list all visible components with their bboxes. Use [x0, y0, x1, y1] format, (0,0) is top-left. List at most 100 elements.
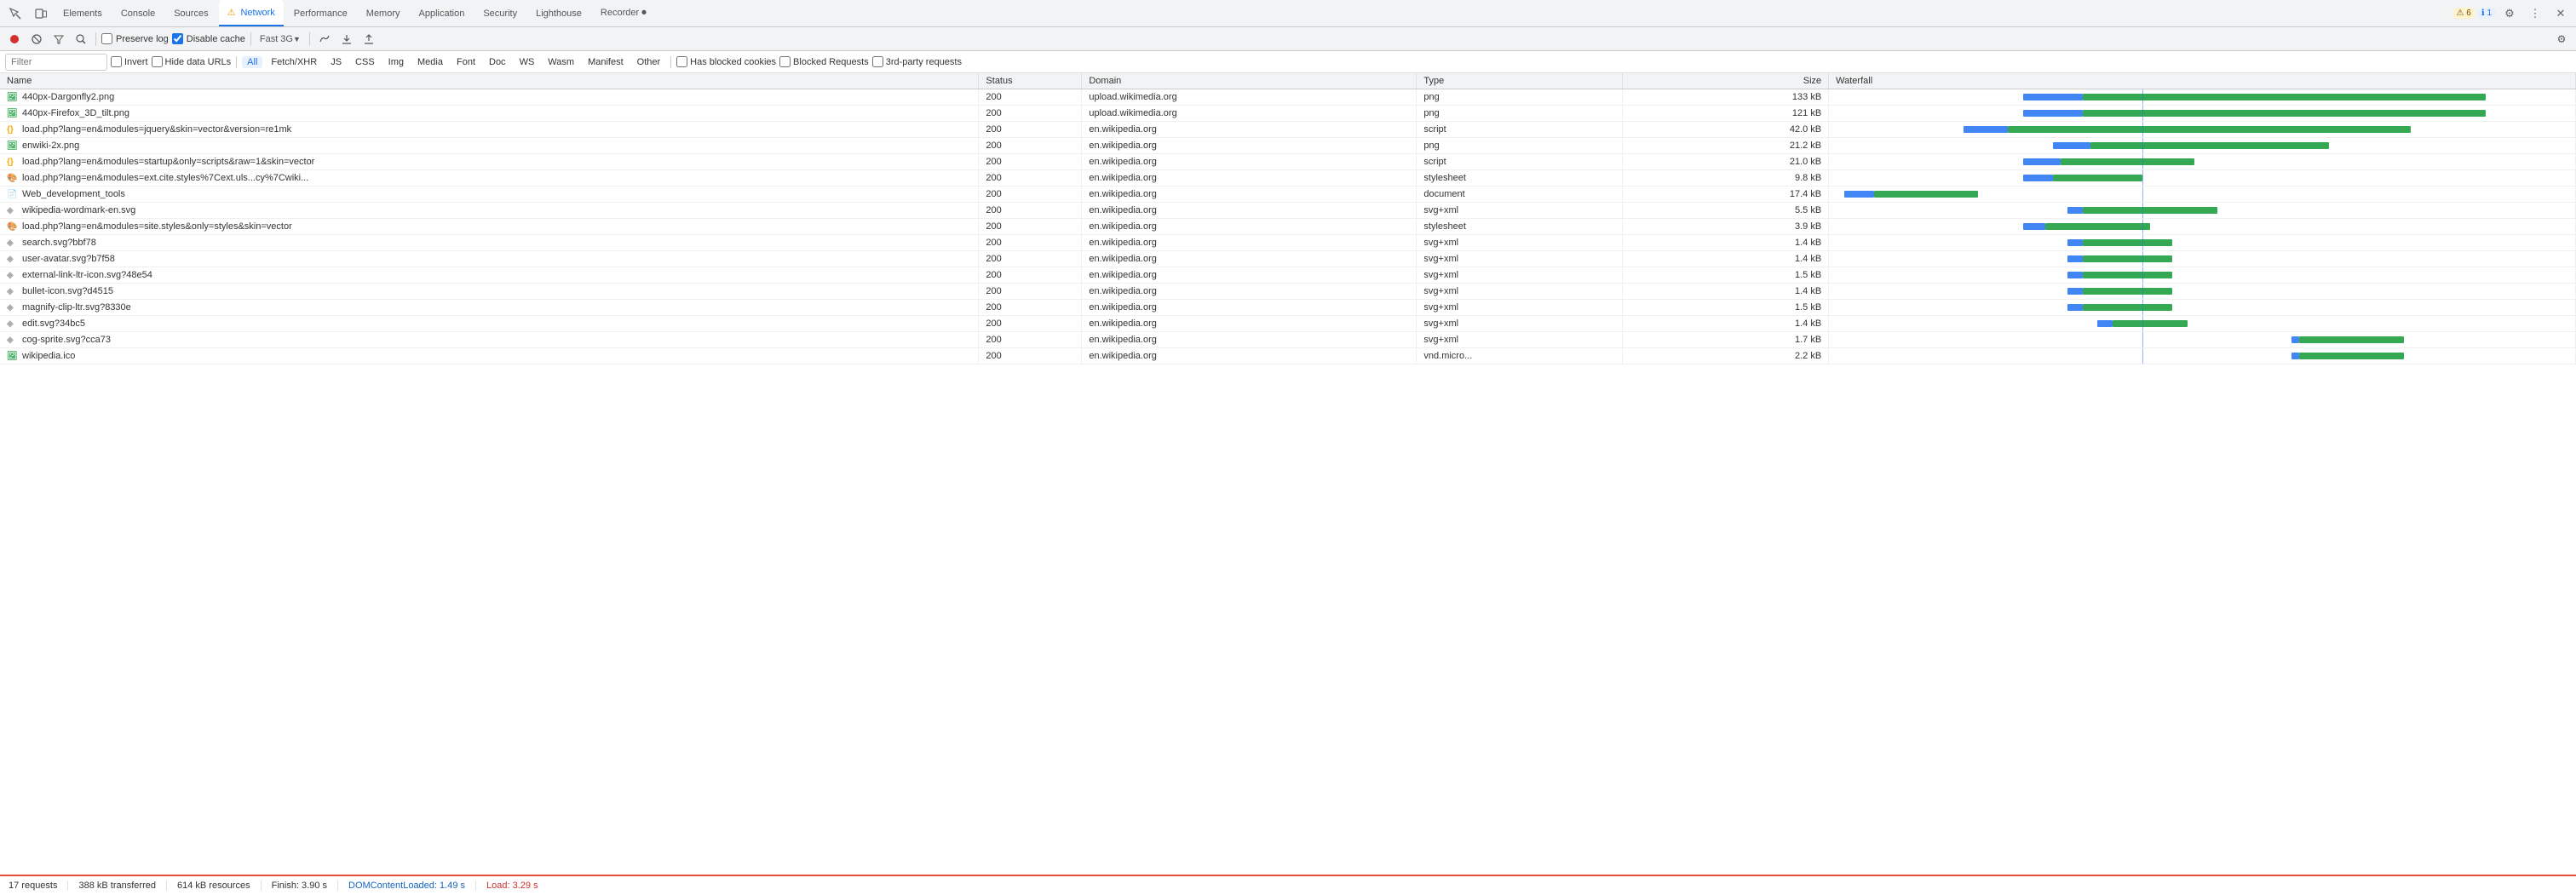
waterfall-connecting-bar [2023, 175, 2053, 181]
col-header-size[interactable]: Size [1623, 73, 1829, 89]
file-name: external-link-ltr-icon.svg?48e54 [22, 270, 152, 280]
tab-elements[interactable]: Elements [55, 0, 111, 26]
tab-performance[interactable]: Performance [285, 0, 356, 26]
filter-type-ws[interactable]: WS [515, 56, 540, 68]
cell-status: 200 [979, 186, 1082, 203]
cell-domain: en.wikipedia.org [1082, 284, 1417, 300]
search-btn[interactable] [72, 30, 90, 49]
inspect-element-btn[interactable] [3, 2, 27, 26]
throttle-select-btn[interactable]: Fast 3G ▼ [256, 30, 304, 49]
network-toolbar: Preserve log Disable cache Fast 3G ▼ ⚙ [0, 27, 2576, 51]
waterfall-timeline-line [2142, 122, 2143, 137]
file-type-icon: ◈ [7, 287, 19, 296]
hide-data-urls-checkbox[interactable]: Hide data URLs [152, 56, 232, 67]
disable-cache-checkbox[interactable]: Disable cache [172, 33, 245, 44]
table-row[interactable]: ◈user-avatar.svg?b7f58200en.wikipedia.or… [0, 251, 2576, 267]
tab-console[interactable]: Console [112, 0, 164, 26]
table-row[interactable]: ◈bullet-icon.svg?d4515200en.wikipedia.or… [0, 284, 2576, 300]
tab-right-icons: ⚠ 6 ℹ 1 ⚙ ⋮ ✕ [2452, 2, 2573, 26]
waterfall-timeline-line [2142, 251, 2143, 267]
blocked-cookies-checkbox[interactable]: Has blocked cookies [676, 56, 776, 67]
tab-memory[interactable]: Memory [358, 0, 409, 26]
filter-type-img[interactable]: Img [383, 56, 409, 68]
filter-type-media[interactable]: Media [412, 56, 448, 68]
waterfall-download-bar [2083, 304, 2172, 311]
filter-type-other[interactable]: Other [632, 56, 666, 68]
table-row[interactable]: 📄Web_development_tools200en.wikipedia.or… [0, 186, 2576, 203]
cell-waterfall [1829, 219, 2576, 235]
invert-checkbox[interactable]: Invert [111, 56, 148, 67]
cell-type: png [1417, 106, 1623, 122]
file-name: edit.svg?34bc5 [22, 318, 85, 329]
toggle-device-btn[interactable] [29, 2, 53, 26]
table-row[interactable]: ◈cog-sprite.svg?cca73200en.wikipedia.org… [0, 332, 2576, 348]
col-header-waterfall[interactable]: Waterfall [1829, 73, 2576, 89]
tab-recorder[interactable]: Recorder ⏺ [592, 0, 655, 26]
clear-btn[interactable] [27, 30, 46, 49]
table-row[interactable]: 🖼enwiki-2x.png200en.wikipedia.orgpng21.2… [0, 138, 2576, 154]
cell-name: {}load.php?lang=en&modules=jquery&skin=v… [0, 122, 979, 138]
waterfall-download-bar [2299, 336, 2404, 343]
cell-type: svg+xml [1417, 203, 1623, 219]
table-row[interactable]: 🖼440px-Firefox_3D_tilt.png200upload.wiki… [0, 106, 2576, 122]
col-header-domain[interactable]: Domain [1082, 73, 1417, 89]
close-devtools-btn[interactable]: ✕ [2549, 2, 2573, 26]
filter-type-doc[interactable]: Doc [484, 56, 511, 68]
table-row[interactable]: 🖼wikipedia.ico200en.wikipedia.orgvnd.mic… [0, 348, 2576, 364]
preserve-log-checkbox[interactable]: Preserve log [101, 33, 169, 44]
export-har-btn[interactable] [359, 30, 378, 49]
table-row[interactable]: ◈wikipedia-wordmark-en.svg200en.wikipedi… [0, 203, 2576, 219]
table-row[interactable]: ◈external-link-ltr-icon.svg?48e54200en.w… [0, 267, 2576, 284]
settings-btn[interactable]: ⚙ [2498, 2, 2521, 26]
status-requests: 17 requests [9, 881, 68, 891]
network-conditions-btn[interactable] [315, 30, 334, 49]
cell-name: ◈search.svg?bbf78 [0, 235, 979, 251]
blocked-requests-checkbox[interactable]: Blocked Requests [779, 56, 869, 67]
filter-type-all[interactable]: All [242, 56, 262, 68]
table-row[interactable]: 🎨load.php?lang=en&modules=ext.cite.style… [0, 170, 2576, 186]
cell-size: 21.0 kB [1623, 154, 1829, 170]
filter-toggle-btn[interactable] [49, 30, 68, 49]
cell-name: ◈wikipedia-wordmark-en.svg [0, 203, 979, 219]
table-header-row: Name Status Domain Type Size Waterfall [0, 73, 2576, 89]
waterfall-connecting-bar [2023, 94, 2083, 100]
import-har-btn[interactable] [337, 30, 356, 49]
more-tools-btn[interactable]: ⋮ [2523, 2, 2547, 26]
cell-size: 1.4 kB [1623, 284, 1829, 300]
tab-security[interactable]: Security [474, 0, 526, 26]
filter-type-js[interactable]: JS [325, 56, 347, 68]
waterfall-connecting-bar [2097, 320, 2113, 327]
col-header-name[interactable]: Name [0, 73, 979, 89]
cell-type: script [1417, 122, 1623, 138]
filter-type-fetch-xhr[interactable]: Fetch/XHR [266, 56, 322, 68]
record-btn[interactable] [5, 30, 24, 49]
status-bar: 17 requests 388 kB transferred 614 kB re… [0, 875, 2576, 895]
cell-name: ◈user-avatar.svg?b7f58 [0, 251, 979, 267]
filter-type-wasm[interactable]: Wasm [543, 56, 579, 68]
table-row[interactable]: {}load.php?lang=en&modules=startup&only=… [0, 154, 2576, 170]
cell-waterfall [1829, 316, 2576, 332]
col-header-status[interactable]: Status [979, 73, 1082, 89]
table-row[interactable]: 🎨load.php?lang=en&modules=site.styles&on… [0, 219, 2576, 235]
tab-sources[interactable]: Sources [165, 0, 216, 26]
col-header-type[interactable]: Type [1417, 73, 1623, 89]
third-party-requests-checkbox[interactable]: 3rd-party requests [872, 56, 962, 67]
filter-type-font[interactable]: Font [451, 56, 480, 68]
table-row[interactable]: ◈search.svg?bbf78200en.wikipedia.orgsvg+… [0, 235, 2576, 251]
filter-type-manifest[interactable]: Manifest [583, 56, 629, 68]
table-row[interactable]: 🖼440px-Dargonfly2.png200upload.wikimedia… [0, 89, 2576, 106]
tab-network[interactable]: ⚠ Network [219, 0, 284, 26]
table-row[interactable]: ◈edit.svg?34bc5200en.wikipedia.orgsvg+xm… [0, 316, 2576, 332]
filter-type-css[interactable]: CSS [350, 56, 380, 68]
filter-input[interactable] [5, 54, 107, 71]
waterfall-download-bar [2083, 239, 2172, 246]
waterfall-timeline-line [2142, 89, 2143, 105]
file-type-icon: ◈ [7, 319, 19, 329]
table-row[interactable]: ◈magnify-clip-ltr.svg?8330e200en.wikiped… [0, 300, 2576, 316]
settings-gear-btn[interactable]: ⚙ [2552, 30, 2571, 49]
cell-name: 🖼440px-Dargonfly2.png [0, 89, 979, 106]
table-row[interactable]: {}load.php?lang=en&modules=jquery&skin=v… [0, 122, 2576, 138]
tab-application[interactable]: Application [411, 0, 474, 26]
cell-domain: en.wikipedia.org [1082, 235, 1417, 251]
tab-lighthouse[interactable]: Lighthouse [527, 0, 590, 26]
